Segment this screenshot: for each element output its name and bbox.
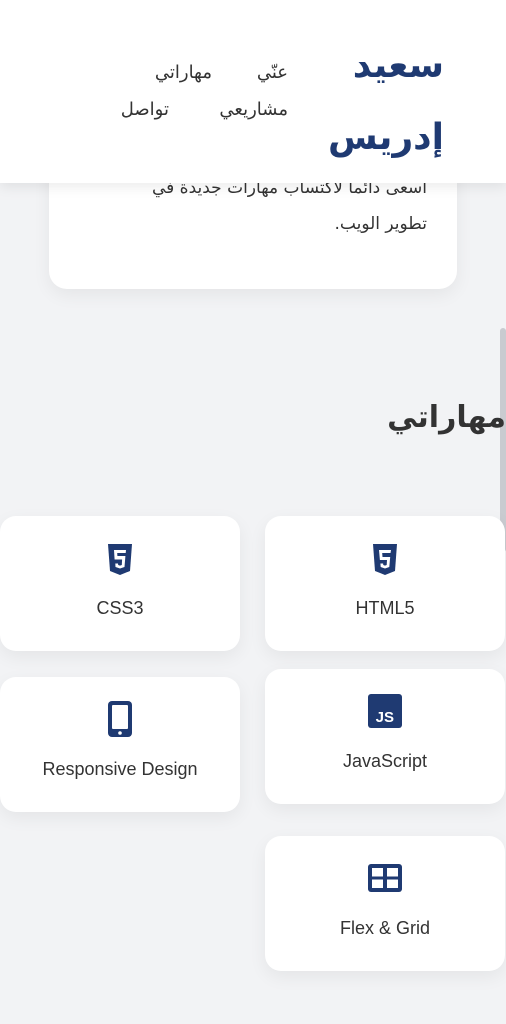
about-text-line-2: تطوير الويب. — [334, 214, 428, 234]
skill-label: Flex & Grid — [339, 918, 431, 938]
logo-line-2: إدريس — [328, 117, 444, 158]
nav-link-skills[interactable]: مهاراتي — [155, 62, 212, 83]
skill-card-responsive-design: Responsive Design — [0, 677, 240, 812]
svg-text:JS: JS — [376, 709, 394, 726]
nav-link-about[interactable]: عنّي — [257, 62, 288, 83]
nav-link-projects[interactable]: مشاريعي — [219, 99, 288, 120]
skill-card-javascript: JS JavaScript — [265, 669, 505, 804]
page: أسعى دائما لاكتساب مهارات جديدة في تطوير… — [0, 0, 506, 1024]
scrollbar-thumb[interactable] — [500, 328, 506, 552]
skill-label: JavaScript — [342, 751, 428, 771]
site-header: سعيد إدريس عنّي مهاراتي مشاريعي تواصل — [0, 0, 506, 183]
skill-label: HTML5 — [355, 598, 415, 618]
javascript-icon: JS — [367, 693, 403, 729]
skill-card-css3: CSS3 — [0, 516, 240, 651]
skills-section-title: مهاراتي — [387, 400, 506, 435]
skill-label: Responsive Design — [42, 759, 198, 779]
skill-label: CSS3 — [96, 598, 144, 618]
skill-card-flex-grid: Flex & Grid — [265, 836, 505, 971]
nav-link-contact[interactable]: تواصل — [121, 99, 169, 120]
logo-line-1: سعيد — [352, 45, 444, 86]
site-logo[interactable]: سعيد إدريس — [324, 30, 444, 174]
grid-icon — [367, 860, 403, 896]
mobile-icon — [102, 701, 138, 737]
skill-card-html5: HTML5 — [265, 516, 505, 651]
css3-icon — [102, 542, 138, 578]
html5-icon — [367, 542, 403, 578]
